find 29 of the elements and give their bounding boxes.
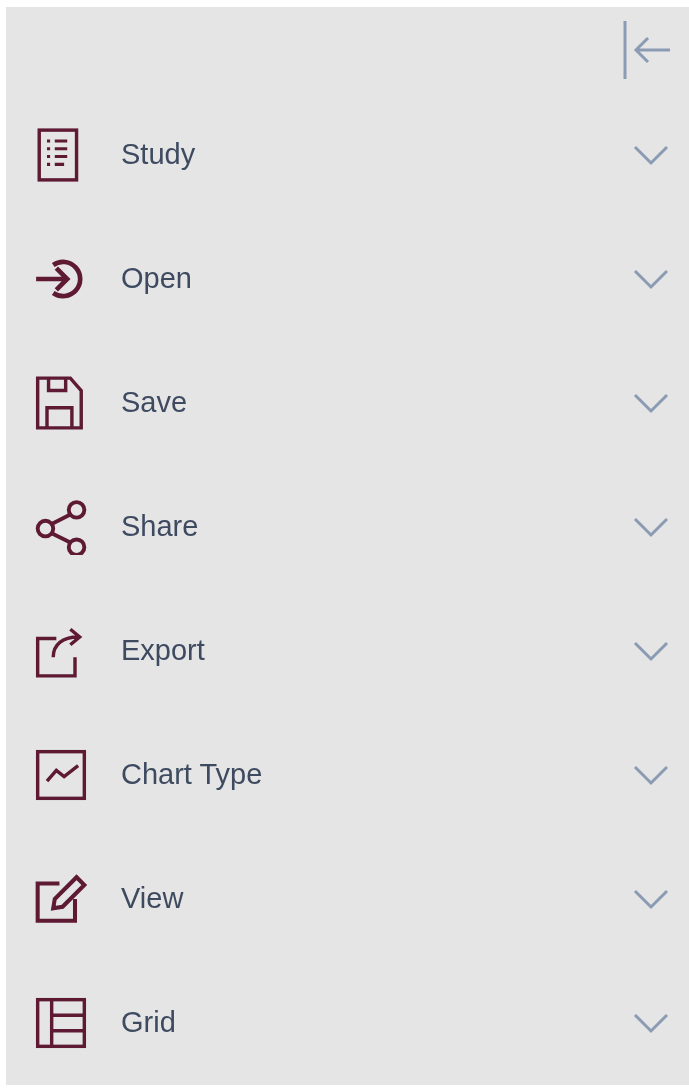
collapse-icon [622, 19, 672, 81]
menu-label: Study [121, 137, 197, 173]
menu-label: View [121, 881, 185, 917]
chevron-icon [633, 764, 669, 786]
chevron-icon [633, 640, 669, 662]
menu-label: Open [121, 261, 193, 297]
menu-item[interactable]: Grid [6, 961, 689, 1085]
chevron-icon [633, 1012, 669, 1034]
menu-label: Grid [121, 1005, 177, 1041]
chevron-icon [633, 144, 669, 166]
menu-label: Share [121, 509, 200, 545]
menu-item[interactable]: Export [6, 589, 689, 713]
menu-label: Chart Type [121, 757, 264, 793]
chevron-icon [633, 392, 669, 414]
menu-item[interactable]: Study [6, 93, 689, 217]
menu-item[interactable]: Save [6, 341, 689, 465]
chevron-icon [633, 268, 669, 290]
chevron-icon [633, 888, 669, 910]
grid-icon [33, 995, 89, 1051]
line-chart-icon [33, 747, 89, 803]
menu-item[interactable]: View [6, 837, 689, 961]
menu-item[interactable]: Share [6, 465, 689, 589]
menu-item[interactable]: Open [6, 217, 689, 341]
collapse-button[interactable] [621, 19, 673, 81]
menu-label: Save [121, 385, 189, 421]
menu-label: Export [121, 633, 206, 669]
share-icon [33, 499, 89, 555]
menu-item[interactable]: Chart Type [6, 713, 689, 837]
chevron-icon [633, 516, 669, 538]
